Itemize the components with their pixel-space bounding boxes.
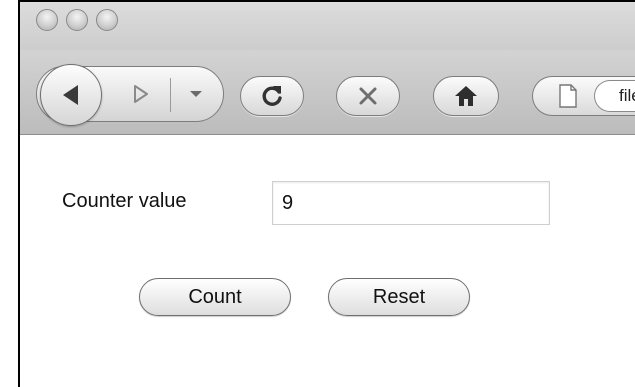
home-button[interactable] — [433, 76, 499, 116]
zoom-window-button[interactable] — [96, 9, 118, 31]
reload-icon — [262, 86, 282, 106]
stop-icon — [359, 87, 377, 105]
reload-button[interactable] — [240, 76, 304, 116]
document-icon — [559, 84, 577, 108]
back-button[interactable] — [40, 64, 102, 126]
reset-button[interactable]: Reset — [328, 278, 470, 316]
minimize-window-button[interactable] — [66, 9, 88, 31]
home-icon — [455, 86, 477, 106]
url-field[interactable]: file — [594, 80, 635, 112]
forward-button[interactable] — [112, 74, 168, 114]
close-window-button[interactable] — [36, 9, 58, 31]
separator — [170, 78, 171, 112]
page-content — [20, 135, 635, 387]
chevron-down-icon — [190, 91, 202, 97]
count-button[interactable]: Count — [139, 278, 291, 316]
counter-label: Counter value — [62, 190, 187, 212]
counter-input[interactable] — [272, 181, 550, 225]
title-bar — [20, 2, 635, 50]
back-arrow-icon — [63, 85, 78, 105]
history-dropdown-button[interactable] — [176, 74, 216, 114]
forward-arrow-icon — [134, 85, 148, 103]
stop-button[interactable] — [336, 76, 400, 116]
